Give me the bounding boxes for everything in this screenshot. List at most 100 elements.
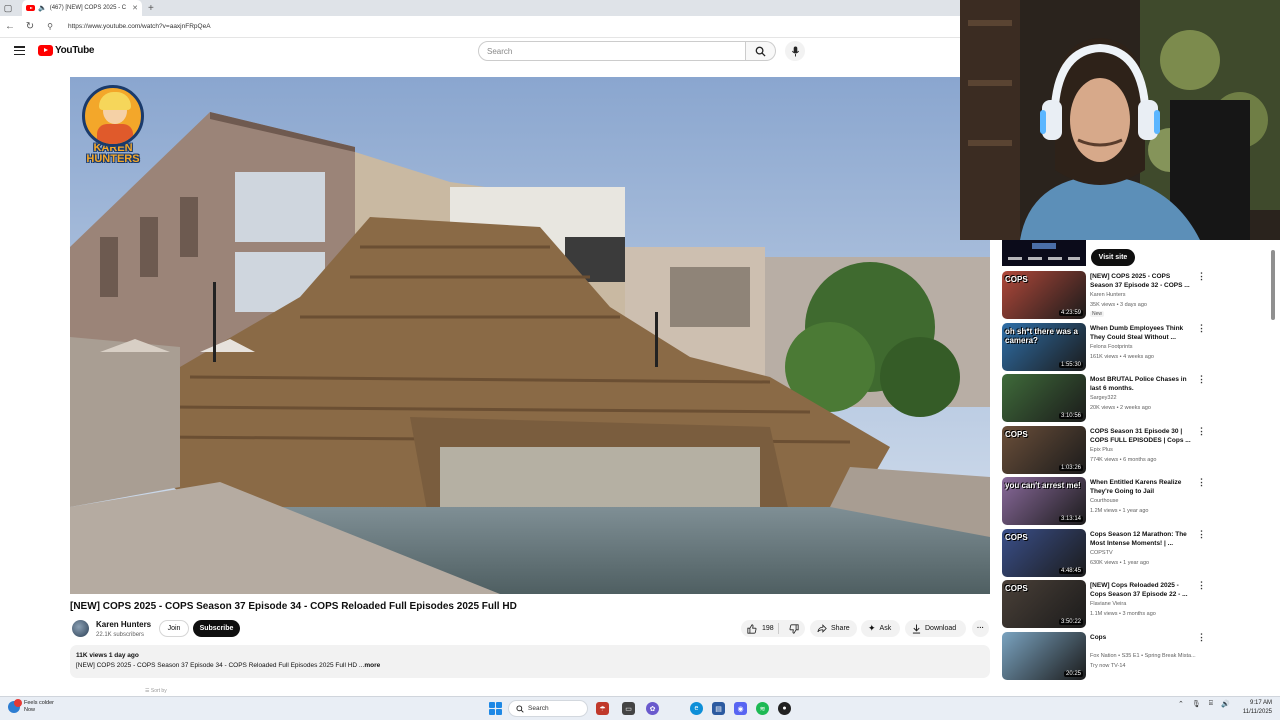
scrollbar-thumb[interactable] xyxy=(1271,250,1275,320)
microphone-tray-icon[interactable]: 🎙 xyxy=(1192,700,1201,708)
windows-taskbar: Feels colder Now Search ☂ ▭ ✿ e ▤ ◉ ≋ ● … xyxy=(0,696,1280,720)
video-thumbnail[interactable]: oh sh*t there was a camera? 1:55:30 xyxy=(1002,322,1086,371)
windows-start-icon[interactable] xyxy=(489,702,502,715)
visit-site-button[interactable]: Visit site xyxy=(1091,249,1135,266)
sparkle-icon: ✦ xyxy=(868,623,876,633)
video-player[interactable]: KAREN HUNTERS xyxy=(70,77,990,594)
recommendation-title[interactable]: [NEW] COPS 2025 - COPS Season 37 Episode… xyxy=(1090,272,1194,290)
back-icon[interactable]: ← xyxy=(4,21,16,32)
recommendation-item[interactable]: COPS 4:23:59 [NEW] COPS 2025 - COPS Season… xyxy=(1002,271,1212,319)
clock[interactable]: 9:17 AM 11/11/2025 xyxy=(1234,699,1272,717)
duration-badge: 4:23:59 xyxy=(1058,310,1083,316)
video-thumbnail[interactable]: COPS 4:23:59 xyxy=(1002,271,1086,319)
browser-tab[interactable]: 🔈 (467) [NEW] COPS 2025 - C ✕ xyxy=(22,0,142,16)
video-thumbnail[interactable]: COPS 3:50:22 xyxy=(1002,580,1086,628)
search-button[interactable] xyxy=(746,41,776,61)
more-vert-icon[interactable]: ⋮ xyxy=(1197,581,1206,590)
copilot-icon[interactable]: ✿ xyxy=(646,702,659,715)
tab-actions-icon[interactable]: ▢ xyxy=(0,0,16,16)
tab-close-icon[interactable]: ✕ xyxy=(132,4,138,12)
duration-badge: 4:48:45 xyxy=(1058,567,1083,574)
recommendation-item[interactable]: COPS 3:50:22 [NEW] Cops Reloaded 2025 - Co… xyxy=(1002,580,1212,628)
recommendation-item[interactable]: oh sh*t there was a camera? 1:55:30 When D… xyxy=(1002,322,1212,371)
video-thumbnail[interactable]: 20:25 xyxy=(1002,631,1086,680)
recommendation-item[interactable]: you can't arrest me! 3:13:14 When Entitled… xyxy=(1002,477,1212,525)
recommendation-channel: Courthouse xyxy=(1090,498,1119,504)
recommendation-title[interactable]: When Entitled Karens Realize They're Goi… xyxy=(1090,478,1194,496)
store-icon[interactable]: ▤ xyxy=(712,702,725,715)
more-vert-icon[interactable]: ⋮ xyxy=(1197,375,1206,384)
menu-icon[interactable] xyxy=(14,46,25,55)
network-icon[interactable]: ⌸ xyxy=(1209,700,1213,708)
voice-search-button[interactable] xyxy=(785,41,805,61)
more-vert-icon[interactable]: ⋮ xyxy=(1197,632,1206,641)
youtube-logo-text: YouTube xyxy=(55,45,95,56)
weather-widget[interactable]: Feels colder Now xyxy=(8,699,54,714)
tray-overflow-icon[interactable]: ⌃ xyxy=(1178,700,1184,708)
video-frame xyxy=(70,77,990,594)
edge-browser-icon[interactable]: e xyxy=(690,702,703,715)
more-vert-icon[interactable]: ⋮ xyxy=(1197,426,1206,435)
karen-mascot-icon xyxy=(82,85,144,147)
subscribe-button[interactable]: Subscribe xyxy=(193,620,240,637)
youtube-logo[interactable]: YouTube xyxy=(38,45,95,56)
duration-badge: 20:25 xyxy=(1063,670,1083,677)
thumbnail-overlay-text: COPS xyxy=(1005,532,1028,542)
more-vert-icon[interactable]: ⋮ xyxy=(1197,529,1206,538)
umbrella-app-icon[interactable]: ☂ xyxy=(596,702,609,715)
like-button[interactable]: 198 xyxy=(741,623,779,634)
dislike-button[interactable] xyxy=(783,623,805,634)
video-thumbnail[interactable]: 3:10:56 xyxy=(1002,374,1086,422)
ask-button[interactable]: ✦ Ask xyxy=(861,620,900,637)
description-text: [NEW] COPS 2025 - COPS Season 37 Episode… xyxy=(76,662,984,669)
recommendation-title[interactable]: COPS Season 31 Episode 30 | COPS FULL EP… xyxy=(1090,427,1194,445)
url-field[interactable]: https://www.youtube.com/watch?v=aaxjnFRp… xyxy=(68,23,211,30)
obs-icon[interactable]: ● xyxy=(778,702,791,715)
speaker-icon[interactable]: 🔈 xyxy=(38,4,47,12)
recommendation-title[interactable]: Most BRUTAL Police Chases in last 6 mont… xyxy=(1090,375,1194,393)
recommendation-title[interactable]: Cops Season 12 Marathon: The Most Intens… xyxy=(1090,530,1194,548)
recommendation-title[interactable]: [NEW] Cops Reloaded 2025 - Cops Season 3… xyxy=(1090,581,1194,599)
video-thumbnail[interactable]: you can't arrest me! 3:13:14 xyxy=(1002,477,1086,525)
more-vert-icon[interactable]: ⋮ xyxy=(1197,323,1206,332)
recommendation-channel: Epix Plus xyxy=(1090,446,1113,453)
ad-thumbnail[interactable] xyxy=(1002,240,1086,266)
video-thumbnail[interactable]: COPS 4:48:45 xyxy=(1002,528,1086,577)
recommendation-title[interactable]: When Dumb Employees Think They Could Ste… xyxy=(1090,324,1194,342)
reload-icon[interactable]: ↻ xyxy=(24,21,36,32)
search-input[interactable]: Search xyxy=(478,41,746,61)
browser-tab-bar: ▢ 🔈 (467) [NEW] COPS 2025 - C ✕ + xyxy=(0,0,960,16)
file-explorer-icon[interactable]: ▭ xyxy=(622,702,635,715)
sort-label[interactable]: Sort by xyxy=(151,688,167,694)
spotify-icon[interactable]: ≋ xyxy=(756,702,769,715)
taskbar-search[interactable]: Search xyxy=(508,700,588,717)
more-vert-icon[interactable]: ⋮ xyxy=(1197,272,1206,281)
clock-time: 9:17 AM xyxy=(1249,700,1272,706)
recommendation-item[interactable]: 20:25 Cops Fox Nation • S35 E1 • Spring Br… xyxy=(1002,631,1212,680)
join-button[interactable]: Join xyxy=(159,620,189,637)
site-info-icon[interactable]: ⚲ xyxy=(44,22,56,31)
duration-badge: 1:03:26 xyxy=(1058,464,1083,471)
description-more-link[interactable]: more xyxy=(364,662,380,669)
recommendation-item[interactable]: COPS 4:48:45 Cops Season 12 Marathon: The … xyxy=(1002,528,1212,577)
recommendation-item[interactable]: COPS 1:03:26 COPS Season 31 Episode 30 | C… xyxy=(1002,425,1212,474)
sponsored-ad[interactable]: Visit site xyxy=(1002,240,1212,268)
channel-avatar[interactable] xyxy=(72,620,89,637)
channel-name[interactable]: Karen Hunters xyxy=(96,620,151,629)
download-button[interactable]: Download xyxy=(905,620,966,637)
discord-icon[interactable]: ◉ xyxy=(734,702,747,715)
more-actions-button[interactable]: ··· xyxy=(972,620,989,637)
new-tab-icon[interactable]: + xyxy=(148,3,154,14)
thumbnail-overlay-text: COPS xyxy=(1005,275,1028,284)
more-vert-icon[interactable]: ⋮ xyxy=(1197,478,1206,487)
scrollbar[interactable] xyxy=(1270,240,1276,690)
recommendation-channel: Flaviane Vieira xyxy=(1090,601,1127,607)
recommendation-channel: Fox Nation • S35 E1 • Spring Break Mista… xyxy=(1090,652,1196,659)
recommendation-item[interactable]: 3:10:56 Most BRUTAL Police Chases in last… xyxy=(1002,374,1212,422)
share-button[interactable]: Share xyxy=(810,620,857,637)
video-thumbnail[interactable]: COPS 1:03:26 xyxy=(1002,425,1086,474)
tab-title: (467) [NEW] COPS 2025 - C xyxy=(49,5,127,11)
description-box[interactable]: 11K views 1 day ago [NEW] COPS 2025 - CO… xyxy=(70,645,990,678)
recommendation-title[interactable]: Cops xyxy=(1090,633,1194,642)
volume-icon[interactable]: 🔊 xyxy=(1221,700,1230,708)
